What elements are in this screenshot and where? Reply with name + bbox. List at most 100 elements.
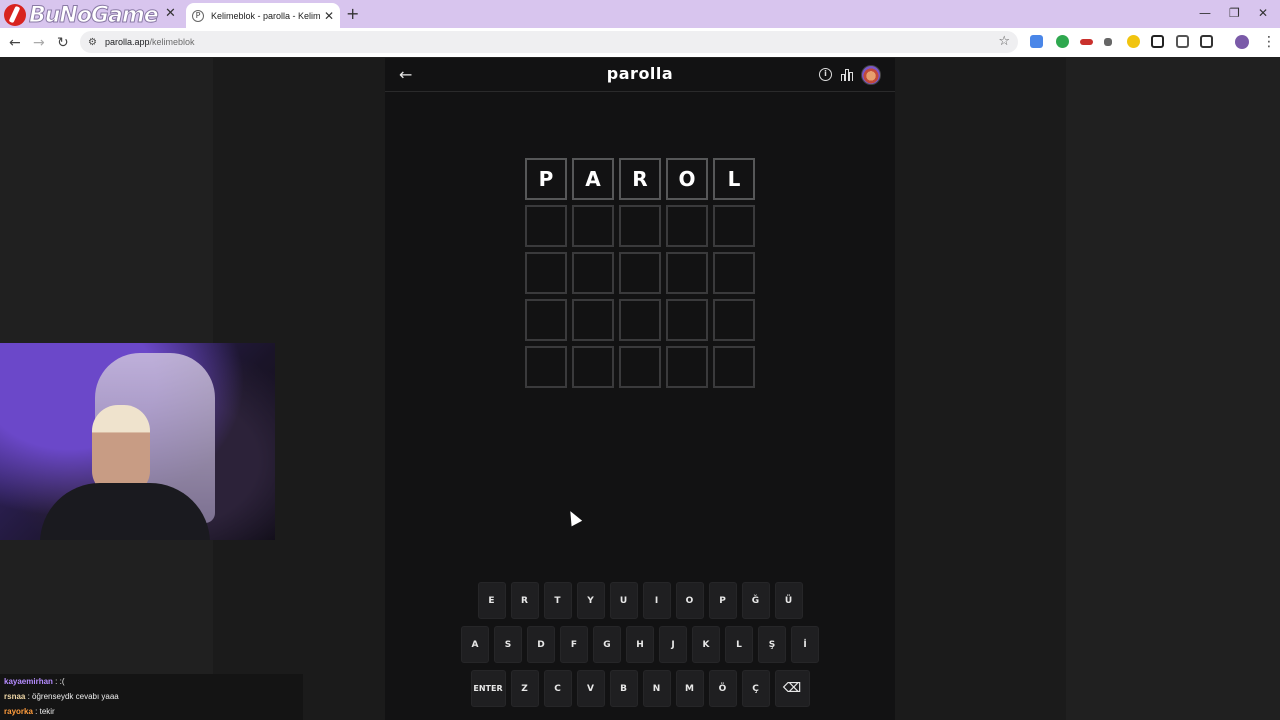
key-t[interactable]: T bbox=[543, 582, 572, 619]
key-p[interactable]: P bbox=[708, 582, 737, 619]
key-f[interactable]: F bbox=[560, 626, 588, 663]
url-input[interactable]: ⚙ parolla.app/kelimeblok ☆ bbox=[80, 31, 1018, 53]
restore-icon[interactable]: ❐ bbox=[1229, 6, 1240, 20]
key-b[interactable]: B bbox=[609, 670, 638, 707]
keyboard-row: ASDFGHJKLŞİ bbox=[385, 626, 895, 663]
logo-badge-icon bbox=[4, 4, 26, 26]
on-screen-keyboard: ERTYUIOPĞÜ ASDFGHJKLŞİ ENTER Z C V B N M Ö Ç ⌫ bbox=[385, 582, 895, 714]
board-tile bbox=[713, 205, 755, 247]
board-tile bbox=[666, 299, 708, 341]
profile-avatar-icon[interactable] bbox=[1235, 35, 1249, 49]
board-tile: R bbox=[619, 158, 661, 200]
extension-icon[interactable] bbox=[1151, 35, 1164, 48]
chat-username: rsnaa bbox=[4, 692, 26, 701]
key-n[interactable]: N bbox=[642, 670, 671, 707]
key-k[interactable]: K bbox=[692, 626, 720, 663]
chat-message: rayorka : tekir bbox=[4, 707, 55, 716]
board-tile: O bbox=[666, 158, 708, 200]
extension-icon[interactable] bbox=[1056, 35, 1069, 48]
key-e[interactable]: E bbox=[477, 582, 506, 619]
extension-icon[interactable] bbox=[1176, 35, 1189, 48]
board-tile bbox=[713, 252, 755, 294]
board-tile bbox=[619, 252, 661, 294]
board-row: PAROL bbox=[525, 158, 755, 200]
key-o[interactable]: O bbox=[675, 582, 704, 619]
logo-text: BuNoGame bbox=[29, 2, 160, 28]
chat-username: kayaemirhan bbox=[4, 677, 53, 686]
key-g[interactable]: G bbox=[593, 626, 621, 663]
enter-key[interactable]: ENTER bbox=[470, 670, 506, 707]
extension-icon[interactable] bbox=[1127, 35, 1140, 48]
tab-close-icon[interactable]: ✕ bbox=[324, 9, 334, 23]
key-i̇[interactable]: İ bbox=[791, 626, 819, 663]
reload-icon[interactable]: ↻ bbox=[57, 35, 69, 51]
extension-icon[interactable] bbox=[1104, 38, 1112, 46]
chat-username: rayorka bbox=[4, 707, 33, 716]
tab-strip: BuNoGame ✕ P Kelimeblok - parolla - Keli… bbox=[0, 0, 1280, 28]
extensions-puzzle-icon[interactable] bbox=[1200, 35, 1213, 48]
tab-close-icon[interactable]: ✕ bbox=[165, 6, 176, 21]
board-tile bbox=[525, 252, 567, 294]
bookmark-star-icon[interactable]: ☆ bbox=[998, 34, 1010, 49]
close-window-icon[interactable]: ✕ bbox=[1258, 6, 1268, 20]
key-ş[interactable]: Ş bbox=[758, 626, 786, 663]
key-v[interactable]: V bbox=[576, 670, 605, 707]
key-i[interactable]: I bbox=[642, 582, 671, 619]
site-info-icon[interactable]: ⚙ bbox=[88, 37, 97, 48]
key-j[interactable]: J bbox=[659, 626, 687, 663]
board-tile bbox=[713, 299, 755, 341]
key-s[interactable]: S bbox=[494, 626, 522, 663]
statistics-icon[interactable] bbox=[841, 67, 855, 81]
keyboard-row: ENTER Z C V B N M Ö Ç ⌫ bbox=[385, 670, 895, 707]
key-m[interactable]: M bbox=[675, 670, 704, 707]
chat-message: kayaemirhan : :( bbox=[4, 677, 65, 686]
board-tile bbox=[713, 346, 755, 388]
back-nav-icon[interactable]: ← bbox=[9, 35, 21, 51]
key-ğ[interactable]: Ğ bbox=[741, 582, 770, 619]
board-row bbox=[525, 346, 755, 388]
browser-menu-icon[interactable]: ⋮ bbox=[1262, 34, 1276, 50]
key-u[interactable]: U bbox=[609, 582, 638, 619]
extension-icon[interactable] bbox=[1080, 39, 1093, 45]
info-icon[interactable]: i bbox=[819, 68, 832, 81]
key-z[interactable]: Z bbox=[510, 670, 539, 707]
chat-text: tekir bbox=[39, 707, 55, 716]
minimize-icon[interactable]: — bbox=[1199, 6, 1211, 20]
stream-logo: BuNoGame bbox=[4, 2, 160, 28]
chat-message: rsnaa : öğrenseydk cevabı yaaa bbox=[4, 692, 119, 701]
parolla-favicon-icon: P bbox=[192, 9, 204, 22]
avatar[interactable] bbox=[861, 65, 881, 85]
url-text: parolla.app/kelimeblok bbox=[104, 37, 195, 47]
board-tile bbox=[666, 346, 708, 388]
key-y[interactable]: Y bbox=[576, 582, 605, 619]
game-header: ← parolla i bbox=[385, 58, 895, 92]
key-r[interactable]: R bbox=[510, 582, 539, 619]
board-tile bbox=[666, 252, 708, 294]
board-tile bbox=[572, 299, 614, 341]
key-a[interactable]: A bbox=[461, 626, 489, 663]
key-ö[interactable]: Ö bbox=[708, 670, 737, 707]
board-tile bbox=[525, 205, 567, 247]
key-d[interactable]: D bbox=[527, 626, 555, 663]
board-tile bbox=[619, 346, 661, 388]
page-gutter-right bbox=[895, 58, 1066, 720]
backspace-key-icon[interactable]: ⌫ bbox=[774, 670, 810, 707]
address-toolbar: ← → ↻ ⚙ parolla.app/kelimeblok ☆ ⋮ bbox=[0, 28, 1280, 57]
translate-extension-icon[interactable] bbox=[1030, 35, 1043, 48]
forward-nav-icon[interactable]: → bbox=[33, 35, 45, 51]
board-row bbox=[525, 205, 755, 247]
board-row bbox=[525, 252, 755, 294]
key-h[interactable]: H bbox=[626, 626, 654, 663]
board-tile bbox=[619, 299, 661, 341]
board-tile: L bbox=[713, 158, 755, 200]
tab-kelimeblok[interactable]: P Kelimeblok - parolla - Kelime o ✕ bbox=[186, 3, 340, 28]
new-tab-button[interactable]: + bbox=[346, 4, 359, 23]
key-c[interactable]: C bbox=[543, 670, 572, 707]
keyboard-row: ERTYUIOPĞÜ bbox=[385, 582, 895, 619]
game-board: PAROL bbox=[525, 158, 755, 393]
game-container: ← parolla i PAROL ERTYUIOPĞÜ ASDFGHJKLŞİ… bbox=[385, 58, 895, 720]
board-tile bbox=[619, 205, 661, 247]
key-l[interactable]: L bbox=[725, 626, 753, 663]
key-ü[interactable]: Ü bbox=[774, 582, 803, 619]
key-ç[interactable]: Ç bbox=[741, 670, 770, 707]
